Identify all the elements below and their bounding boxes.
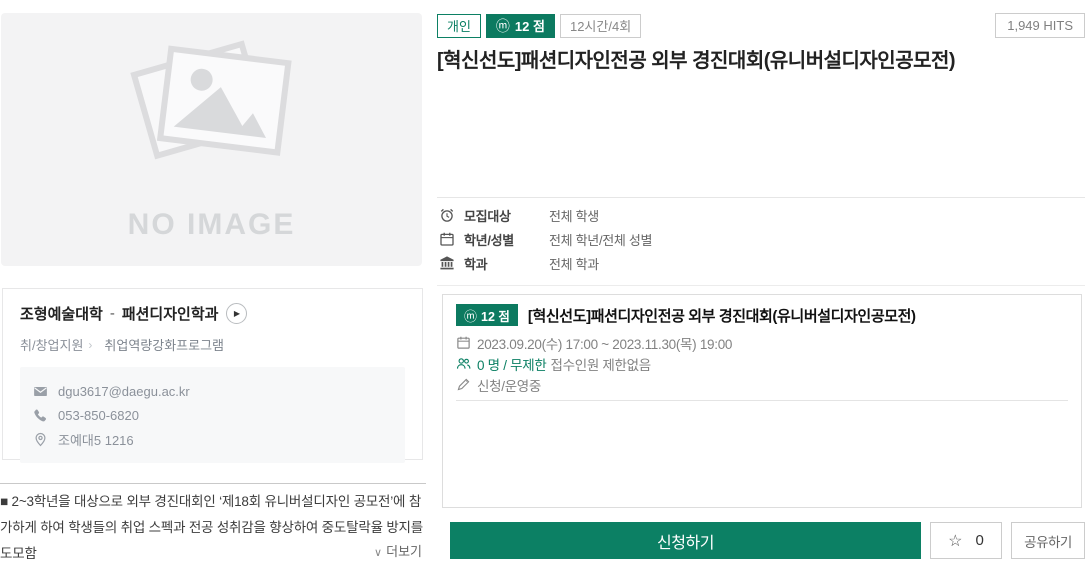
details-divider-top [437,197,1085,198]
contact-email-row: dgu3617@daegu.ac.kr [33,379,392,403]
calendar-icon [439,231,455,247]
page-title: [혁신선도]패션디자인전공 외부 경진대회(유니버설디자인공모전) [437,50,956,72]
session-card-divider [456,400,1068,401]
detail-label: 학과 [464,256,488,272]
chevron-down-icon: ∨ [374,547,383,559]
contact-location-row: 조예대5 1216 [33,427,392,451]
dash-separator: - [109,305,115,322]
people-icon [456,356,471,371]
expand-play-button[interactable]: ▶ [226,303,248,324]
no-image-label: NO IMAGE [127,207,296,241]
badge-points-label: 12 점 [514,19,545,34]
star-icon: ☆ [948,532,963,550]
session-card-body [443,408,1081,518]
badge-points: ⓜ 12 점 [485,13,555,38]
no-image-placeholder: NO IMAGE [1,13,422,266]
pen-icon [456,377,471,392]
share-button[interactable]: 공유하기 [1011,522,1085,559]
alarm-clock-icon [439,207,455,223]
action-bar: 신청하기 ☆ 0 공유하기 [450,522,1085,559]
detail-value: 전체 학과 [549,256,599,272]
show-more-label: 더보기 [386,544,422,559]
breadcrumb: 취/창업지원 › 취업역량강화프로그램 [20,335,405,354]
chevron-right-icon: › [88,337,93,352]
detail-row-target: 모집대상 전체 학생 [439,203,1085,227]
detail-row-department: 학과 전체 학과 [439,251,1085,275]
breadcrumb-category[interactable]: 취/창업지원 [20,335,83,354]
contact-email: dgu3617@daegu.ac.kr [58,383,190,399]
detail-value: 전체 학년/전체 성별 [549,232,653,248]
session-period: 2023.09.20(수) 17:00 ~ 2023.11.30(목) 19:0… [477,336,733,352]
session-status: 신청/운영중 [477,378,542,394]
detail-row-grade-gender: 학년/성별 전체 학년/전체 성별 [439,227,1085,251]
detail-label: 모집대상 [464,208,511,224]
session-applicants-row: 0 명 / 무제한 접수인원 제한없음 [456,354,1068,373]
session-period-row: 2023.09.20(수) 17:00 ~ 2023.11.30(목) 19:0… [456,333,1068,352]
favorite-button[interactable]: ☆ 0 [930,522,1002,559]
circled-m-icon: ⓜ [495,17,510,34]
session-summary: ⓜ 12 점 [혁신선도]패션디자인전공 외부 경진대회(유니버설디자인공모전)… [443,295,1081,408]
session-title-row: ⓜ 12 점 [혁신선도]패션디자인전공 외부 경진대회(유니버설디자인공모전) [456,304,1068,326]
program-session-card: ⓜ 12 점 [혁신선도]패션디자인전공 외부 경진대회(유니버설디자인공모전)… [442,294,1082,508]
contact-phone: 053-850-6820 [58,407,139,423]
college-name: 조형예술대학 [20,306,103,323]
session-points-label: 12 점 [481,309,510,324]
bank-icon [439,255,455,271]
session-applicants-count: 0 명 / 무제한 [477,357,547,373]
details-list: 모집대상 전체 학생 학년/성별 전체 학년/전체 성별 학과 전체 학과 [439,203,1085,275]
hits-badge: 1,949 HITS [995,13,1085,38]
breadcrumb-program-type: 취업역량강화프로그램 [104,338,225,353]
image-placeholder-icon [107,38,317,168]
session-points-badge: ⓜ 12 점 [456,304,518,326]
session-status-row: 신청/운영중 [456,375,1068,394]
details-divider-bottom [437,285,1085,286]
description-divider [0,483,426,484]
favorite-count: 0 [975,532,984,549]
detail-label: 학년/성별 [464,232,514,248]
contact-phone-row: 053-850-6820 [33,403,392,427]
department-card: 조형예술대학 - 패션디자인학과 ▶ 취/창업지원 › 취업역량강화프로그램 d… [2,288,423,463]
department-title: 조형예술대학 - 패션디자인학과 ▶ [20,303,405,324]
play-icon: ▶ [233,308,240,318]
calendar-icon [456,335,471,350]
badge-hours: 12시간/4회 [559,13,642,38]
circled-m-icon: ⓜ [464,308,478,324]
contact-location: 조예대5 1216 [58,432,134,448]
badge-personal: 개인 [437,13,481,38]
map-pin-icon [33,432,48,447]
phone-icon [33,408,48,423]
envelope-icon [33,384,48,399]
session-title: [혁신선도]패션디자인전공 외부 경진대회(유니버설디자인공모전) [527,307,916,325]
apply-button[interactable]: 신청하기 [450,522,921,559]
show-more-link[interactable]: ∨ 더보기 [0,541,422,560]
badge-row: 개인 ⓜ 12 점 12시간/4회 1,949 HITS [437,13,1085,38]
contact-box: dgu3617@daegu.ac.kr 053-850-6820 조예대5 12… [20,367,405,463]
session-applicants-note: 접수인원 제한없음 [550,357,652,373]
department-name: 패션디자인학과 [121,306,219,323]
program-detail-page: NO IMAGE 조형예술대학 - 패션디자인학과 ▶ 취/창업지원 › 취업역… [0,0,1092,566]
detail-value: 전체 학생 [549,208,599,224]
